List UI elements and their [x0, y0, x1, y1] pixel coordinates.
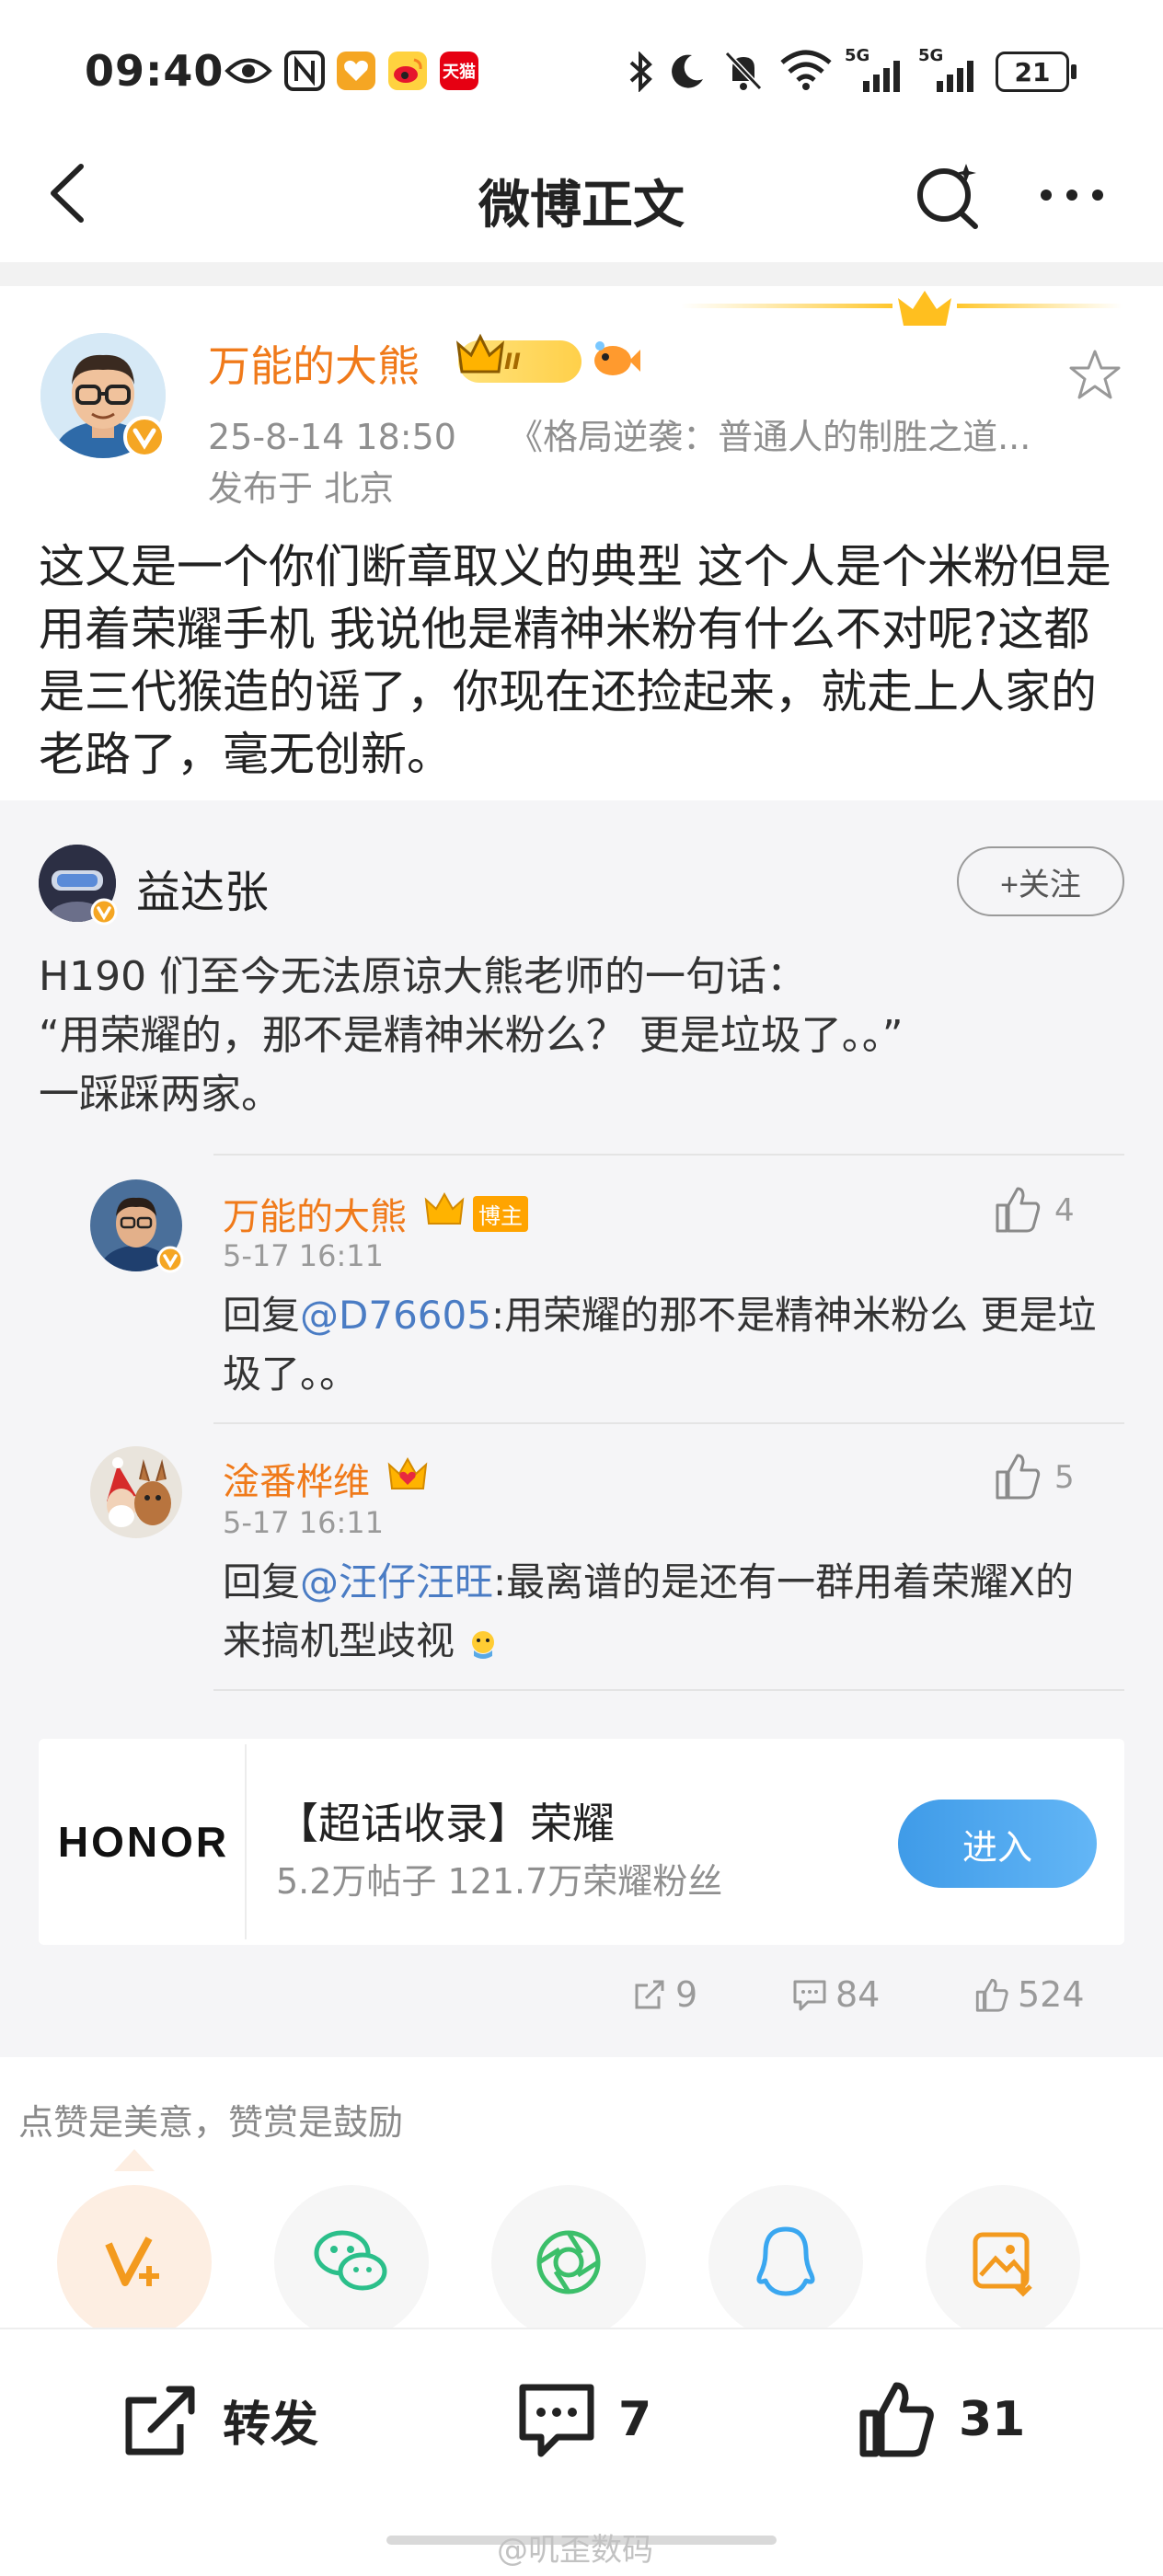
verified-badge-icon [123, 416, 166, 458]
signal-icon-2 [937, 61, 973, 92]
heart-badge-icon [337, 52, 375, 90]
wifi-icon [780, 50, 832, 90]
supertopic-separator [245, 1744, 247, 1939]
qq-icon [756, 2226, 815, 2296]
repost-like-action[interactable]: 524 [973, 1974, 1085, 2015]
follow-button[interactable]: +关注 [957, 846, 1124, 916]
save-image-button[interactable] [926, 2185, 1080, 2340]
mention-link[interactable]: @D76605 [300, 1293, 491, 1338]
supertopic-stats: 5.2万帖子 121.7万荣耀粉丝 [276, 1861, 723, 1902]
repost-verified-icon [90, 898, 118, 926]
reply-time: 5-17 16:11 [223, 1238, 385, 1273]
enter-button[interactable]: 进入 [898, 1800, 1097, 1888]
favorite-star-icon[interactable] [1067, 348, 1123, 403]
repost-body: H190 们至今无法原谅大熊老师的一句话： “用荣耀的，那不是精神米粉么？ 更是… [39, 953, 904, 1118]
moon-icon [672, 54, 703, 88]
reply-text: 回复@D76605:用荣耀的那不是精神米粉么 更是垃圾了。。 [223, 1286, 1106, 1404]
reply-author-name[interactable]: 淦番桦维 [223, 1452, 370, 1505]
bluetooth-icon [629, 52, 652, 92]
like-button[interactable]: 31 [856, 2378, 1025, 2461]
status-time: 09:40 [85, 46, 225, 96]
save-image-icon [973, 2232, 1032, 2297]
like-icon [975, 1978, 1008, 2012]
share-icon [635, 1980, 664, 2009]
reward-caption: 点赞是美意，赞赏是鼓励 [18, 2102, 404, 2143]
vplus-button[interactable] [57, 2185, 212, 2340]
share-wechat-button[interactable] [274, 2185, 429, 2340]
like-icon[interactable] [992, 1183, 1043, 1235]
post-body: 这又是一个你们断章取义的典型 这个人是个米粉但是用着荣耀手机 我说他是精神米粉有… [39, 540, 1111, 781]
moments-icon [536, 2230, 601, 2294]
wechat-icon [314, 2230, 387, 2291]
repost-icon [125, 2386, 195, 2455]
reply-text: 回复@汪仔汪旺:最离谱的是还有一群用着荣耀X的来搞机型歧视 [223, 1553, 1106, 1671]
battery-tip [1071, 64, 1077, 79]
repost-button[interactable]: 转发 [120, 2378, 318, 2461]
repost-comment-count: 84 [835, 1974, 881, 2015]
like-icon [859, 2382, 934, 2457]
comment-count: 7 [618, 2392, 652, 2447]
post-timestamp: 25-8-14 18:50 [208, 417, 456, 457]
signal-icon [863, 61, 900, 92]
repost-share-count: 9 [675, 1974, 698, 2015]
more-icon[interactable] [1035, 184, 1109, 206]
repost-like-count: 524 [1018, 1974, 1085, 2015]
reply-like-count: 4 [1054, 1192, 1075, 1229]
comment-icon [519, 2384, 594, 2457]
watermark: @叽歪数码 [497, 2532, 653, 2569]
emoji-icon [472, 1630, 495, 1659]
repost-share-action[interactable]: 9 [631, 1974, 697, 2015]
like-icon[interactable] [992, 1450, 1043, 1501]
caption-pointer [114, 2149, 155, 2171]
repost-author-name[interactable]: 益达张 [136, 856, 269, 920]
tmall-icon: 天猫 [440, 52, 478, 90]
crown-icon [455, 333, 505, 374]
reply-verified-icon [156, 1246, 184, 1273]
search-icon[interactable] [911, 158, 985, 232]
page-title: 微博正文 [478, 176, 685, 236]
fish-badge-icon [594, 341, 640, 375]
post-source[interactable]: 《格局逆袭：普通人的制胜之道... [508, 417, 1031, 457]
share-moments-button[interactable] [491, 2185, 646, 2340]
reply-like-count: 5 [1054, 1459, 1075, 1496]
reply-divider [213, 1154, 1124, 1156]
level-badge-text: II [504, 349, 521, 374]
mention-link[interactable]: @汪仔汪旺 [300, 1559, 493, 1604]
post-meta: 25-8-14 18:50 《格局逆袭：普通人的制胜之道... [208, 408, 1031, 459]
repost-comment-action[interactable]: 84 [791, 1974, 880, 2015]
vplus-icon [105, 2237, 159, 2286]
repost-label: 转发 [223, 2397, 319, 2453]
reply-prefix: 回复 [223, 1559, 301, 1604]
reply-prefix: 回复 [223, 1293, 301, 1338]
honor-logo: HONOR [42, 1744, 245, 1939]
comment-button[interactable]: 7 [515, 2378, 651, 2461]
battery-level: 21 [1014, 56, 1051, 87]
share-qq-button[interactable] [708, 2185, 863, 2340]
comment-icon [793, 1980, 826, 2011]
nfc-icon [284, 51, 325, 91]
blogger-badge: 博主 [473, 1196, 528, 1232]
reply-avatar[interactable] [90, 1446, 182, 1538]
love-crown-icon [387, 1456, 428, 1489]
weibo-icon [388, 52, 427, 90]
section-divider [0, 2044, 1163, 2057]
battery-icon: 21 [996, 52, 1069, 92]
supertopic-title: 【超话收录】荣耀 [276, 1799, 615, 1848]
reply-time: 5-17 16:11 [223, 1505, 385, 1540]
crown-icon [424, 1191, 465, 1225]
reply-divider [213, 1689, 1124, 1691]
eye-icon [225, 58, 272, 84]
reply-divider [213, 1422, 1124, 1424]
author-name[interactable]: 万能的大熊 [208, 333, 420, 394]
like-count: 31 [959, 2392, 1026, 2447]
bell-off-icon [724, 51, 763, 91]
post-location: 发布于 北京 [208, 468, 395, 509]
reply-author-name[interactable]: 万能的大熊 [223, 1187, 407, 1240]
crown-decoration-icon [681, 291, 1123, 326]
